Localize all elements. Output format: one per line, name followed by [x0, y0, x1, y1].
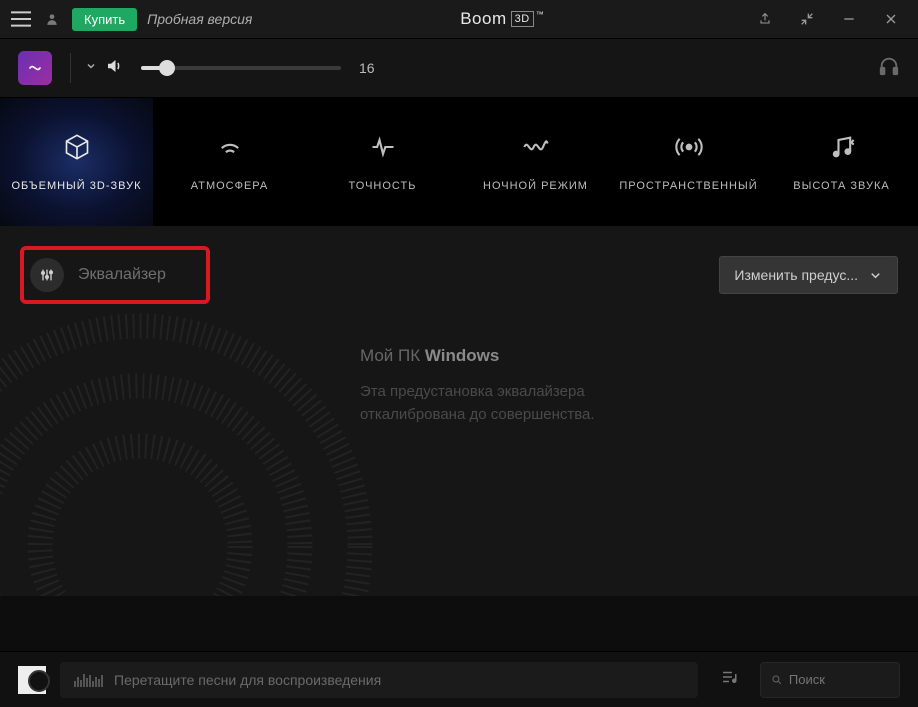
hamburger-menu-icon[interactable] [4, 2, 38, 36]
divider [70, 53, 71, 83]
tab-night-mode[interactable]: НОЧНОЙ РЕЖИМ [459, 98, 612, 226]
tab-pitch[interactable]: ВЫСОТА ЗВУКА [765, 98, 918, 226]
boom-app-icon[interactable] [18, 51, 52, 85]
tab-label: НОЧНОЙ РЕЖИМ [483, 180, 588, 192]
tab-ambience[interactable]: АТМОСФЕРА [153, 98, 306, 226]
drop-area[interactable]: Перетащите песни для воспроизведения [60, 662, 698, 698]
titlebar: Купить Пробная версия Boom3D™ [0, 0, 918, 38]
equalizer-label: Эквалайзер [78, 266, 166, 284]
headphones-icon[interactable] [878, 55, 900, 82]
preset-title: Мой ПК Windows [360, 346, 640, 366]
equalizer-row: Эквалайзер Изменить предус... [20, 246, 898, 304]
drop-text: Перетащите песни для воспроизведения [114, 672, 381, 688]
chevron-down-icon [868, 268, 883, 283]
tab-spatial[interactable]: ПРОСТРАНСТВЕННЫЙ [612, 98, 765, 226]
main-panel: Эквалайзер Изменить предус... Мой ПК Win… [0, 226, 918, 596]
queue-icon[interactable] [720, 668, 738, 691]
minimize-button[interactable] [836, 2, 862, 36]
volume-row: 16 [0, 38, 918, 98]
equalizer-highlight: Эквалайзер [20, 246, 210, 304]
compact-icon[interactable] [794, 2, 820, 36]
share-icon[interactable] [752, 2, 778, 36]
search-input[interactable] [789, 672, 889, 687]
effect-tabs: ОБЪЕМНЫЙ 3D-ЗВУК АТМОСФЕРА ТОЧНОСТЬ НОЧН… [0, 98, 918, 226]
search-box[interactable] [760, 662, 900, 698]
speaker-icon[interactable] [105, 57, 123, 80]
waveform-icon [74, 673, 104, 687]
tab-fidelity[interactable]: ТОЧНОСТЬ [306, 98, 459, 226]
search-icon [771, 673, 783, 687]
volume-value: 16 [359, 60, 375, 76]
tab-label: ВЫСОТА ЗВУКА [793, 180, 889, 192]
preset-description: Эта предустановка эквалайзера откалибров… [360, 380, 640, 427]
tab-3d-surround[interactable]: ОБЪЕМНЫЙ 3D-ЗВУК [0, 98, 153, 226]
album-art-icon[interactable] [18, 666, 46, 694]
user-icon[interactable] [38, 2, 66, 36]
equalizer-toggle[interactable] [30, 258, 64, 292]
trial-label: Пробная версия [147, 11, 252, 27]
tab-label: ТОЧНОСТЬ [349, 180, 417, 192]
decorative-circles [0, 286, 400, 596]
cube-icon [63, 132, 91, 162]
spatial-icon [675, 132, 703, 162]
tab-label: ОБЪЕМНЫЙ 3D-ЗВУК [12, 180, 142, 192]
titlebar-right [752, 2, 904, 36]
bottom-bar: Перетащите песни для воспроизведения [0, 651, 918, 707]
pitch-icon [828, 132, 856, 162]
wifi-icon [216, 132, 244, 162]
chevron-down-icon[interactable] [85, 59, 97, 77]
app-window: Купить Пробная версия Boom3D™ [0, 0, 918, 707]
wave-icon [522, 132, 550, 162]
tab-label: АТМОСФЕРА [191, 180, 269, 192]
app-title: Boom3D™ [252, 9, 752, 29]
change-preset-button[interactable]: Изменить предус... [719, 256, 898, 294]
tab-label: ПРОСТРАНСТВЕННЫЙ [619, 180, 757, 192]
volume-slider[interactable] [141, 66, 341, 70]
buy-button[interactable]: Купить [72, 8, 137, 31]
pulse-icon [369, 132, 397, 162]
close-button[interactable] [878, 2, 904, 36]
preset-info: Мой ПК Windows Эта предустановка эквалай… [360, 346, 640, 427]
